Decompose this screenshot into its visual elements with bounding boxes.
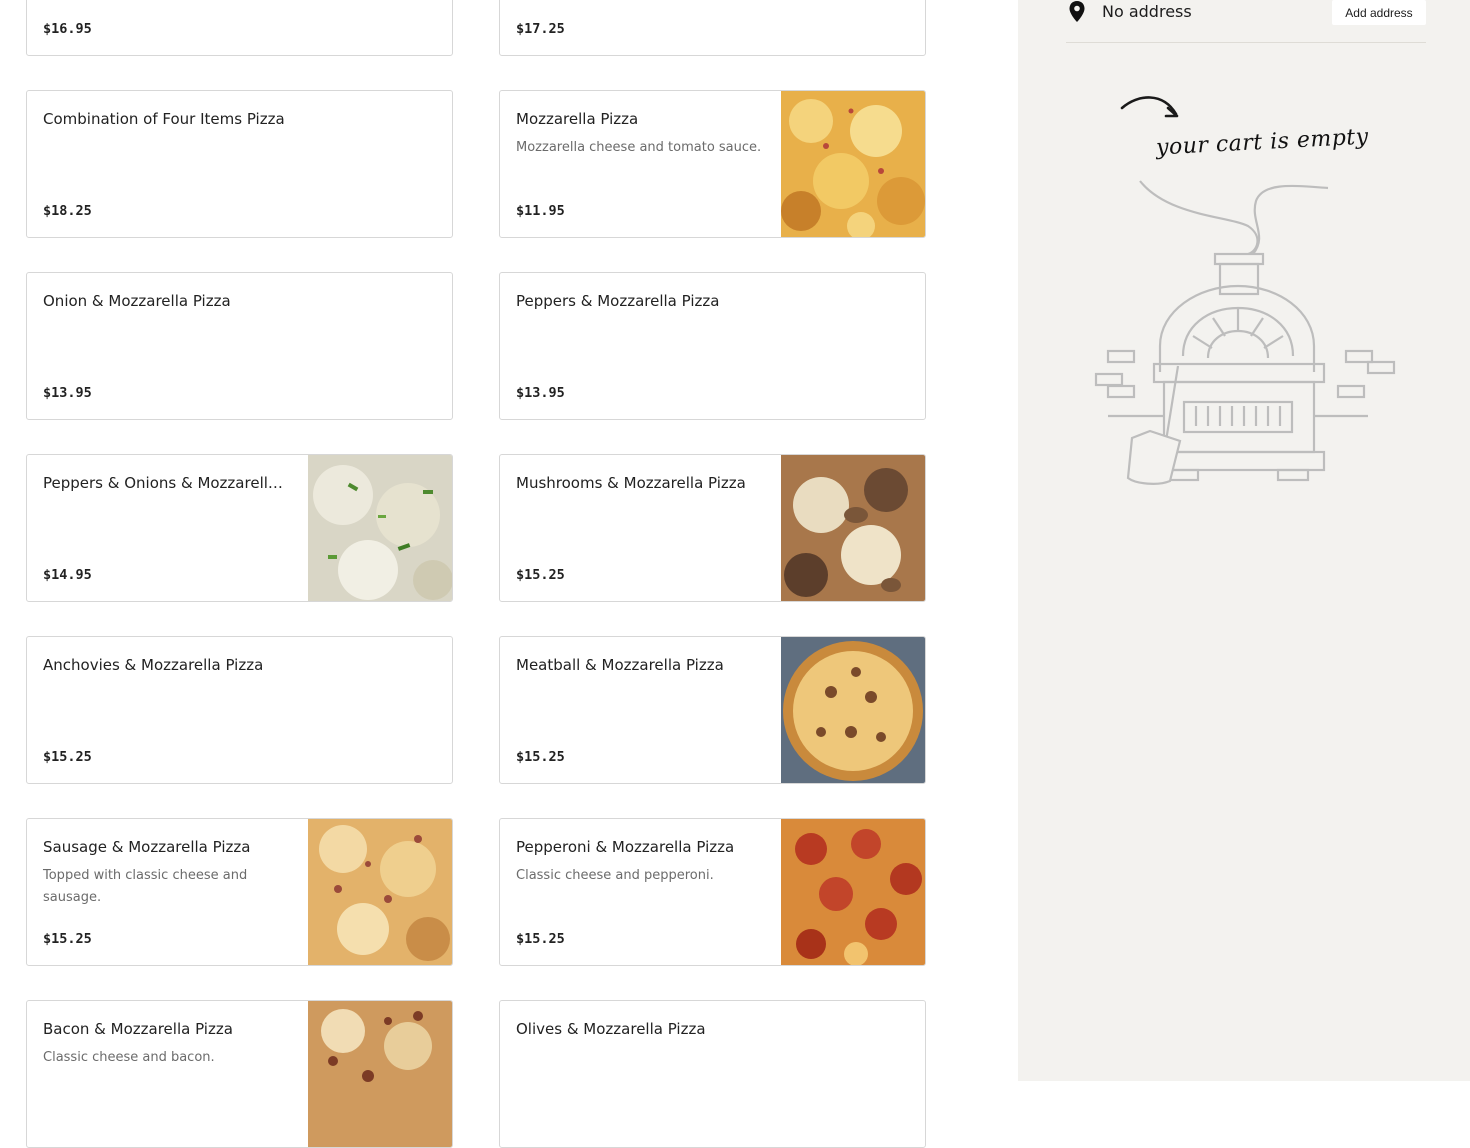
menu-item-name: Mozzarella Pizza — [516, 110, 639, 128]
menu-item-price: $14.95 — [43, 567, 92, 583]
menu-item-card[interactable]: Peppers & Mozzarella Pizza $13.95 — [499, 272, 926, 420]
pizza-photo — [308, 455, 452, 601]
pizza-photo — [781, 637, 925, 783]
menu-item-card[interactable]: Bacon & Mozzarella Pizza Classic cheese … — [26, 1000, 453, 1148]
pizza-photo — [308, 819, 452, 965]
menu-item-description: Mozzarella cheese and tomato sauce. — [516, 140, 762, 155]
menu-item-price: $15.25 — [43, 931, 92, 947]
menu-item-card[interactable]: Mushrooms & Mozzarella Pizza $15.25 — [499, 454, 926, 602]
menu-item-name: Bacon & Mozzarella Pizza — [43, 1020, 233, 1038]
menu-item-name: Onion & Mozzarella Pizza — [43, 292, 231, 310]
add-address-button[interactable]: Add address — [1332, 0, 1426, 25]
menu-item-card[interactable]: Anchovies & Mozzarella Pizza $15.25 — [26, 636, 453, 784]
menu-item-name: Sausage & Mozzarella Pizza — [43, 838, 251, 856]
menu-item-card[interactable]: Mozzarella Pizza Mozzarella cheese and t… — [499, 90, 926, 238]
menu-item-name: Olives & Mozzarella Pizza — [516, 1020, 706, 1038]
menu-item-card[interactable]: Combination of Four Items Pizza $18.25 — [26, 90, 453, 238]
menu-item-price: $15.25 — [516, 567, 565, 583]
menu-item-description: Classic cheese and bacon. — [43, 1050, 215, 1065]
menu-item-price: $16.95 — [43, 21, 92, 37]
cart-sidebar: No address Add address your cart is empt… — [1018, 0, 1470, 1081]
menu-item-card[interactable]: Onion & Mozzarella Pizza $13.95 — [26, 272, 453, 420]
menu-item-price: $11.95 — [516, 203, 565, 219]
pizza-photo — [781, 455, 925, 601]
curved-arrow-icon — [1120, 96, 1178, 116]
menu-item-card[interactable]: Pepperoni & Mozzarella Pizza Classic che… — [499, 818, 926, 966]
menu-item-name: Peppers & Onions & Mozzarella... — [43, 474, 289, 492]
menu-item-card[interactable]: Olives & Mozzarella Pizza — [499, 1000, 926, 1148]
menu-item-card[interactable]: $17.25 — [499, 0, 926, 56]
menu-item-name: Anchovies & Mozzarella Pizza — [43, 656, 264, 674]
menu-item-description: Classic cheese and pepperoni. — [516, 868, 714, 883]
menu-item-name: Combination of Four Items Pizza — [43, 110, 285, 128]
menu-item-name: Pepperoni & Mozzarella Pizza — [516, 838, 735, 856]
menu-item-name: Peppers & Mozzarella Pizza — [516, 292, 720, 310]
menu-item-price: $15.25 — [43, 749, 92, 765]
menu-item-card[interactable]: Meatball & Mozzarella Pizza $15.25 — [499, 636, 926, 784]
menu-item-price: $17.25 — [516, 21, 565, 37]
pizza-photo — [308, 1001, 452, 1147]
menu-item-name: Mushrooms & Mozzarella Pizza — [516, 474, 746, 492]
pizza-photo — [781, 819, 925, 965]
menu-item-name: Meatball & Mozzarella Pizza — [516, 656, 724, 674]
map-pin-icon — [1069, 1, 1085, 22]
menu-item-price: $13.95 — [43, 385, 92, 401]
menu-item-card[interactable]: Peppers & Onions & Mozzarella... $14.95 — [26, 454, 453, 602]
address-text: No address — [1102, 2, 1192, 21]
menu-item-price: $13.95 — [516, 385, 565, 401]
menu-grid: $16.95 $17.25 Combination of Four Items … — [0, 0, 1018, 1148]
menu-item-price: $15.25 — [516, 749, 565, 765]
address-row: No address Add address — [1066, 0, 1426, 43]
menu-item-price: $15.25 — [516, 931, 565, 947]
menu-item-card[interactable]: $16.95 — [26, 0, 453, 56]
menu-item-price: $18.25 — [43, 203, 92, 219]
menu-item-card[interactable]: Sausage & Mozzarella Pizza Topped with c… — [26, 818, 453, 966]
menu-item-description: Topped with classic cheese and sausage. — [43, 868, 248, 905]
pizza-photo — [781, 91, 925, 237]
